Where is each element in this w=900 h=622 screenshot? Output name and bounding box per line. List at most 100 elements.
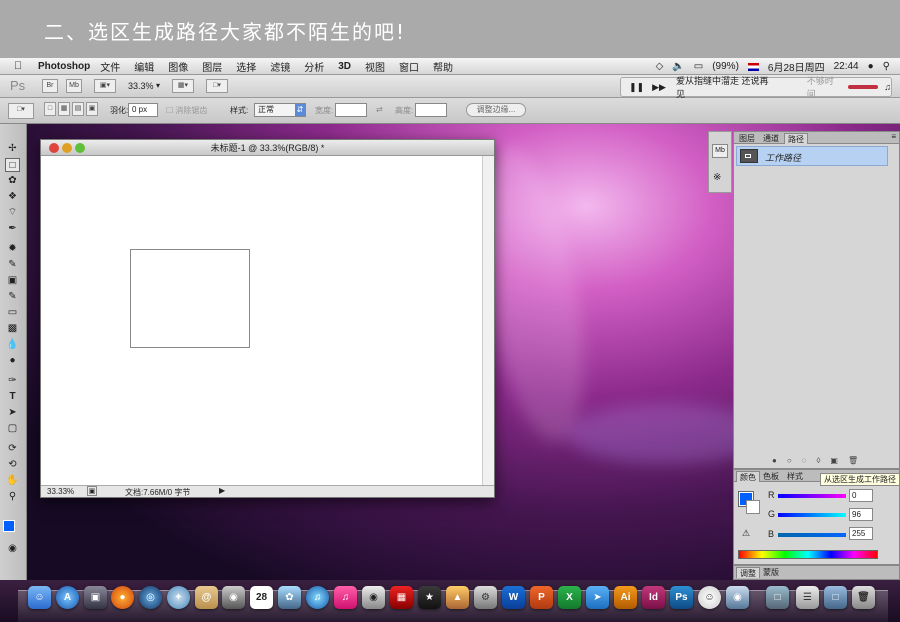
g-slider[interactable] [778,513,846,517]
time-text[interactable]: 22:44 [834,61,859,72]
status-info-icon[interactable]: ▣ [87,486,97,496]
menu-layer[interactable]: 图层 [202,59,222,74]
3d-orbit-icon[interactable]: ⟲ [5,458,20,472]
volume-icon[interactable]: 🔈 [672,61,684,72]
illustrator-icon[interactable]: Ai [614,586,637,609]
pen-tool-icon[interactable]: ✑ [5,374,20,388]
menu-filter[interactable]: 滤镜 [270,59,290,74]
character-panel-icon[interactable]: ※ [713,172,721,183]
hand-tool-icon[interactable]: ✋ [5,474,20,488]
history-brush-icon[interactable]: ✎ [5,290,20,304]
foreground-color-swatch[interactable] [3,520,15,532]
spectrum-bar[interactable] [738,550,878,559]
subtract-selection-icon[interactable]: ▤ [72,102,84,116]
r-slider[interactable] [778,494,846,498]
swap-icon[interactable]: ⇄ [376,105,383,114]
messenger-icon[interactable]: ➤ [586,586,609,609]
chevron-down-icon[interactable]: ▾ [156,81,160,90]
wifi-icon[interactable]: ◇ [656,61,664,72]
marquee-tool-icon[interactable]: □ [5,158,20,172]
menu-select[interactable]: 选择 [236,59,256,74]
date-text[interactable]: 6月28日周四 [768,59,825,74]
zoom-tool-icon[interactable]: ⚲ [5,490,20,504]
healing-brush-icon[interactable]: ✹ [5,242,20,256]
tab-layers[interactable]: 图层 [736,133,758,144]
app-store-icon[interactable]: A [56,586,79,609]
bridge-button[interactable]: Br [42,79,58,93]
canvas[interactable] [41,156,483,487]
spotlight-icon[interactable]: ⚲ [883,61,890,72]
color-background-swatch[interactable] [746,500,760,514]
facetime-icon[interactable]: ◉ [222,586,245,609]
zoom-level[interactable]: 33.3% [128,81,154,91]
iphoto-icon[interactable]: ▲ [446,586,469,609]
b-value[interactable]: 255 [849,527,873,540]
new-path-icon[interactable]: ▣ [830,456,838,465]
documents-stack-icon[interactable]: ☰ [796,586,819,609]
status-menu-arrow-icon[interactable]: ▶ [219,486,225,495]
next-icon[interactable]: ▶▶ [652,82,666,93]
zoom-window-icon[interactable] [75,143,85,153]
blur-icon[interactable]: 💧 [5,338,20,352]
system-preferences-icon[interactable]: ⚙ [474,586,497,609]
tab-masks[interactable]: 蒙版 [760,567,782,578]
minimize-icon[interactable] [62,143,72,153]
path-item[interactable]: 工作路径 [736,146,888,166]
safari-icon[interactable]: ✦ [167,586,190,609]
load-selection-icon[interactable]: ◌ [802,456,807,465]
tab-color[interactable]: 颜色 [736,471,760,482]
height-input[interactable] [415,103,447,117]
3d-rotate-icon[interactable]: ⟳ [5,442,20,456]
indesign-icon[interactable]: Id [642,586,665,609]
view-extras-icon[interactable]: ▣▾ [94,79,116,93]
g-value[interactable]: 96 [849,508,873,521]
tab-swatches[interactable]: 色板 [760,471,782,482]
photoshop-icon[interactable]: Ps [670,586,693,609]
marquee-preset-icon[interactable]: □▾ [8,103,34,119]
finder-icon[interactable]: ☺ [28,586,51,609]
mini-bridge-panel-icon[interactable]: Mb [712,144,728,158]
vertical-scrollbar[interactable] [482,156,494,487]
music-note-icon[interactable]: ♫ [884,82,891,92]
app-menu[interactable]: Photoshop [38,61,90,72]
photo-booth-icon[interactable]: ▦ [390,586,413,609]
user-icon[interactable]: ● [868,61,874,72]
menu-edit[interactable]: 编辑 [134,59,154,74]
powerpoint-icon[interactable]: P [530,586,553,609]
menu-view[interactable]: 视图 [365,59,385,74]
menu-3d[interactable]: 3D [338,61,351,72]
itunes-icon[interactable]: ♫ [306,586,329,609]
gradient-icon[interactable]: ▩ [5,322,20,336]
feather-input[interactable]: 0 px [128,103,158,117]
brush-tool-icon[interactable]: ✎ [5,258,20,272]
firefox-icon[interactable]: ● [111,586,134,609]
stroke-path-icon[interactable]: ○ [787,456,792,465]
make-work-path-icon[interactable]: ◊ [816,456,820,465]
music-app-icon[interactable]: ♫ [334,586,357,609]
panel-menu-icon[interactable]: ≡ [891,132,896,141]
flag-icon[interactable] [747,62,759,71]
type-tool-icon[interactable]: T [5,390,20,404]
battery-icon[interactable]: ▭ [694,61,703,72]
apple-icon[interactable]:  [14,60,30,72]
qq-icon[interactable]: ☺ [698,586,721,609]
downloads-folder-icon[interactable]: □ [824,586,847,609]
move-tool-icon[interactable]: ✢ [5,142,20,156]
document-titlebar[interactable]: 未标题-1 @ 33.3%(RGB/8) * [41,140,494,156]
document-zoom[interactable]: 33.33% [47,487,74,496]
antialias-checkbox[interactable]: ☐ 消除锯齿 [166,105,207,116]
applications-folder-icon[interactable]: □ [766,586,789,609]
menu-help[interactable]: 帮助 [433,59,453,74]
calendar-icon[interactable]: 28 [250,586,273,609]
utility-icon[interactable]: ◉ [726,586,749,609]
tab-adjustments[interactable]: 调整 [736,567,760,578]
quick-mask-icon[interactable]: ◉ [5,542,20,556]
width-input[interactable] [335,103,367,117]
preview-icon[interactable]: ▣ [84,586,107,609]
word-icon[interactable]: W [502,586,525,609]
intersect-selection-icon[interactable]: ▣ [86,102,98,116]
photos-icon[interactable]: ✿ [278,586,301,609]
address-book-icon[interactable]: @ [195,586,218,609]
stamp-tool-icon[interactable]: ▣ [5,274,20,288]
eyedropper-icon[interactable]: ✒ [5,222,20,236]
